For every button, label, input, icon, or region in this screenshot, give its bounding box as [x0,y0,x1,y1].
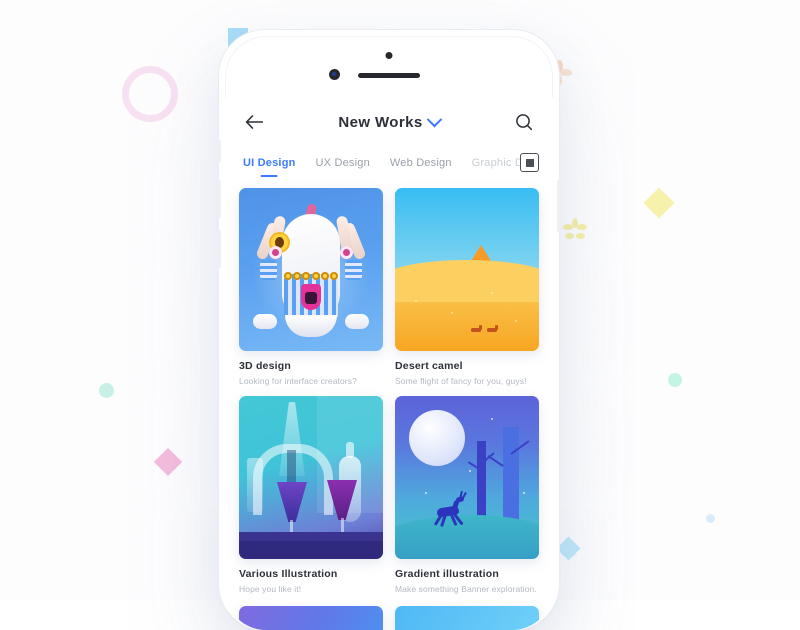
decoration-yellow-cross [643,187,675,219]
phone-power-button [557,180,560,232]
search-button[interactable] [513,111,535,133]
work-card[interactable]: Various Illustration Hope you like it! [239,396,383,594]
decoration-blue-dot [706,514,715,523]
work-card-subtitle: Looking for interface creators? [239,376,357,386]
category-tabs: UI Design UX Design Web Design Graphic D [225,146,553,180]
work-card-title: 3D design [239,360,291,372]
work-card-title: Gradient illustration [395,568,499,580]
work-thumbnail-gradient-illustration[interactable] [395,396,539,559]
decoration-yellow-flower [562,218,588,244]
phone-body: New Works UI Design UX Design Web Design… [225,36,553,630]
work-card[interactable]: Gradient illustration Make something Ban… [395,396,539,594]
page-title: New Works [338,113,423,131]
work-thumbnail-next-right[interactable] [395,606,539,630]
nav-title-group: New Works [225,98,553,146]
navigation-bar: New Works [225,98,553,146]
works-grid: 3D design Looking for interface creators… [225,180,553,594]
grid-view-icon[interactable] [520,153,539,172]
decoration-teal-dot-left [99,383,114,398]
work-card-title: Various Illustration [239,568,338,580]
work-card-subtitle: Make something Banner exploration. [395,584,537,594]
tab-web-design[interactable]: Web Design [390,157,452,169]
tab-graphic-design[interactable]: Graphic D [472,157,523,169]
back-button[interactable] [243,111,265,133]
phone-volume-down-button [218,230,221,268]
phone-top-hardware [225,36,553,98]
decoration-mint-dot-right [668,373,682,387]
work-card[interactable]: 3D design Looking for interface creators… [239,188,383,386]
work-card-subtitle: Hope you like it! [239,584,302,594]
work-card-subtitle: Some flight of fancy for you, guys! [395,376,527,386]
work-card[interactable]: Desert camel Some flight of fancy for yo… [395,188,539,386]
work-thumbnail-next-left[interactable] [239,606,383,630]
chevron-down-icon[interactable] [426,111,442,127]
front-camera [329,69,340,80]
decoration-pink-ring [122,66,178,122]
app-screen: New Works UI Design UX Design Web Design… [225,98,553,630]
proximity-sensor [385,52,393,59]
work-thumbnail-desert-camel[interactable] [395,188,539,351]
tab-ui-design[interactable]: UI Design [243,157,296,169]
decoration-pink-cross [153,447,183,477]
earpiece-speaker [358,73,420,78]
works-grid-next-row [225,606,553,630]
phone-volume-up-button [218,180,221,218]
work-card-title: Desert camel [395,360,463,372]
decoration-cyan-cross-bottom [556,536,581,561]
phone-silent-switch [218,140,221,162]
canvas-background: New Works UI Design UX Design Web Design… [0,0,800,630]
work-thumbnail-various-illustration[interactable] [239,396,383,559]
search-icon [516,114,533,131]
arrow-left-icon [245,115,263,129]
tab-ux-design[interactable]: UX Design [316,157,370,169]
work-thumbnail-3d-design[interactable] [239,188,383,351]
phone-device: New Works UI Design UX Design Web Design… [218,30,560,630]
